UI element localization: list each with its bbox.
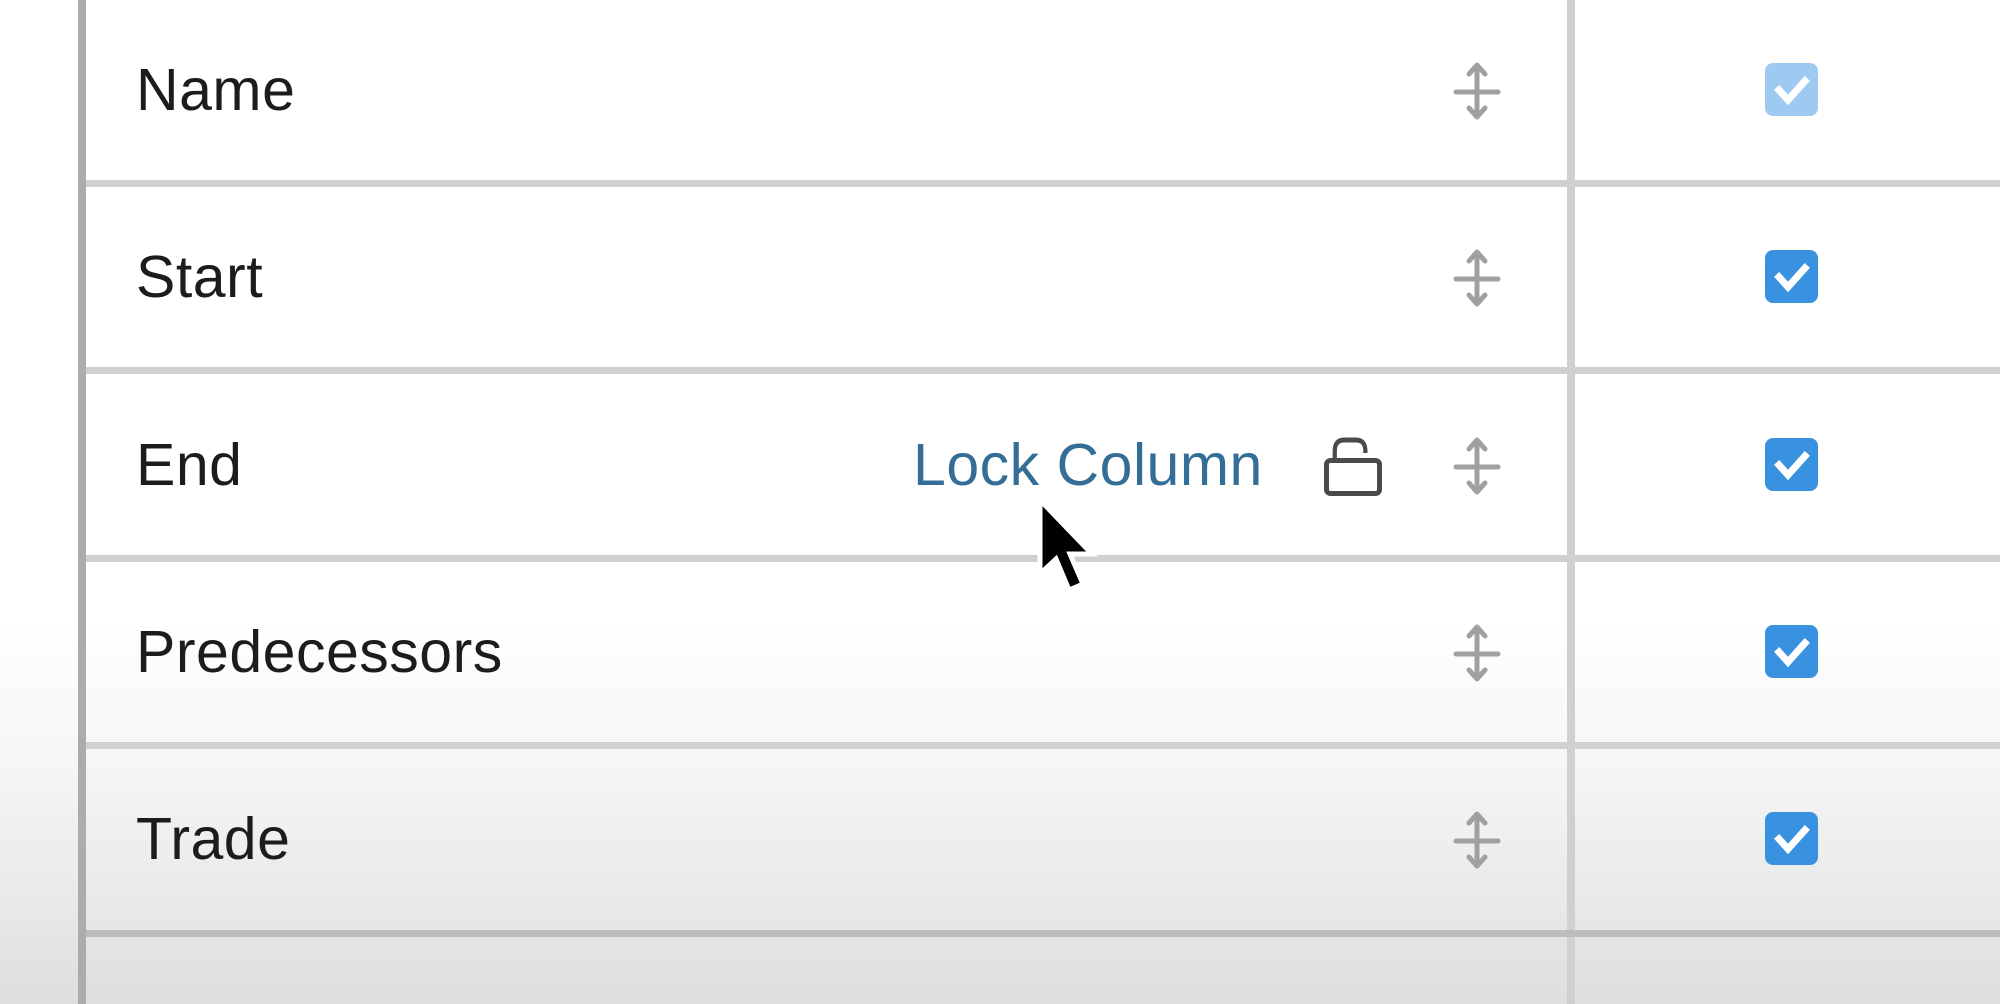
visibility-checkbox (1765, 63, 1818, 116)
row-divider (86, 555, 2000, 562)
row-divider (86, 180, 2000, 187)
drag-handle-icon[interactable] (1445, 58, 1509, 122)
list-item: Start (86, 187, 2000, 367)
visibility-cell (1575, 0, 2000, 180)
row-divider (86, 367, 2000, 374)
list-item: Predecessors (86, 562, 2000, 742)
lock-column-button[interactable]: Lock Column (913, 375, 1263, 555)
checkmark-icon (1774, 263, 1810, 293)
unlock-icon[interactable] (1323, 437, 1383, 497)
list-item: Trade (86, 749, 2000, 929)
drag-handle-icon[interactable] (1445, 807, 1509, 871)
column-name-label: Trade (136, 806, 291, 872)
visibility-checkbox[interactable] (1765, 250, 1818, 303)
visibility-cell (1575, 749, 2000, 929)
column-name-label: Name (136, 57, 296, 123)
drag-handle-icon[interactable] (1445, 620, 1509, 684)
column-name-label: End (136, 432, 243, 498)
checkmark-icon (1774, 638, 1810, 668)
row-divider (86, 742, 2000, 749)
visibility-checkbox[interactable] (1765, 438, 1818, 491)
checkmark-icon (1774, 451, 1810, 481)
row-divider (86, 930, 2000, 937)
visibility-checkbox[interactable] (1765, 812, 1818, 865)
drag-handle-icon[interactable] (1445, 245, 1509, 309)
visibility-checkbox[interactable] (1765, 625, 1818, 678)
list-item: Name (86, 0, 2000, 180)
checkmark-icon (1774, 76, 1810, 106)
visibility-cell (1575, 562, 2000, 742)
list-item (86, 937, 2000, 1004)
visibility-cell (1575, 375, 2000, 555)
list-left-border (78, 0, 86, 1004)
checkmark-icon (1774, 825, 1810, 855)
list-item: End Lock Column (86, 375, 2000, 555)
visibility-cell (1575, 187, 2000, 367)
column-name-label: Predecessors (136, 619, 503, 685)
column-name-label: Start (136, 244, 264, 310)
drag-handle-icon[interactable] (1445, 433, 1509, 497)
